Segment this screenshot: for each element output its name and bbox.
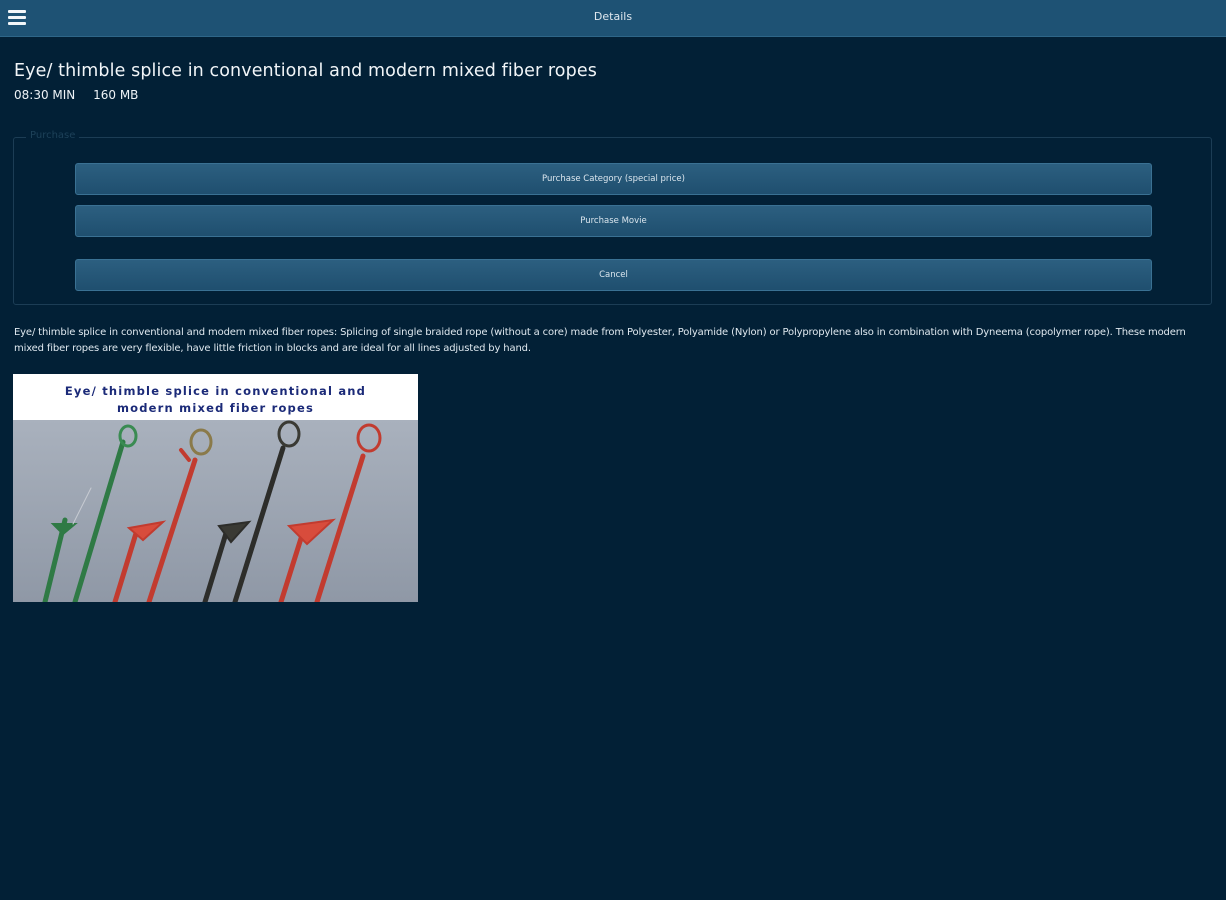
rope-splices-photo — [13, 420, 418, 602]
purchase-movie-button[interactable]: Purchase Movie — [75, 205, 1152, 237]
thumbnail-caption-line-1: Eye/ thimble splice in conventional and — [64, 384, 367, 398]
movie-duration: 08:30 MIN — [14, 88, 76, 102]
purchase-legend: Purchase — [26, 130, 80, 141]
purchase-category-button[interactable]: Purchase Category (special price) — [75, 163, 1152, 195]
movie-meta: 08:30 MIN 160 MB — [14, 88, 152, 102]
thumbnail-caption-line-2: modern mixed fiber ropes — [116, 401, 315, 415]
top-app-bar: Details — [0, 0, 1226, 37]
movie-thumbnail[interactable]: Eye/ thimble splice in conventional and … — [13, 374, 418, 602]
movie-title: Eye/ thimble splice in conventional and … — [14, 61, 597, 81]
page-title: Details — [593, 10, 633, 23]
purchase-panel: Purchase Purchase Category (special pric… — [13, 130, 1212, 305]
thumbnail-caption: Eye/ thimble splice in conventional and … — [13, 374, 418, 420]
movie-size: 160 MB — [93, 88, 139, 102]
cancel-button[interactable]: Cancel — [75, 259, 1152, 291]
movie-description: Eye/ thimble splice in conventional and … — [14, 327, 1186, 354]
